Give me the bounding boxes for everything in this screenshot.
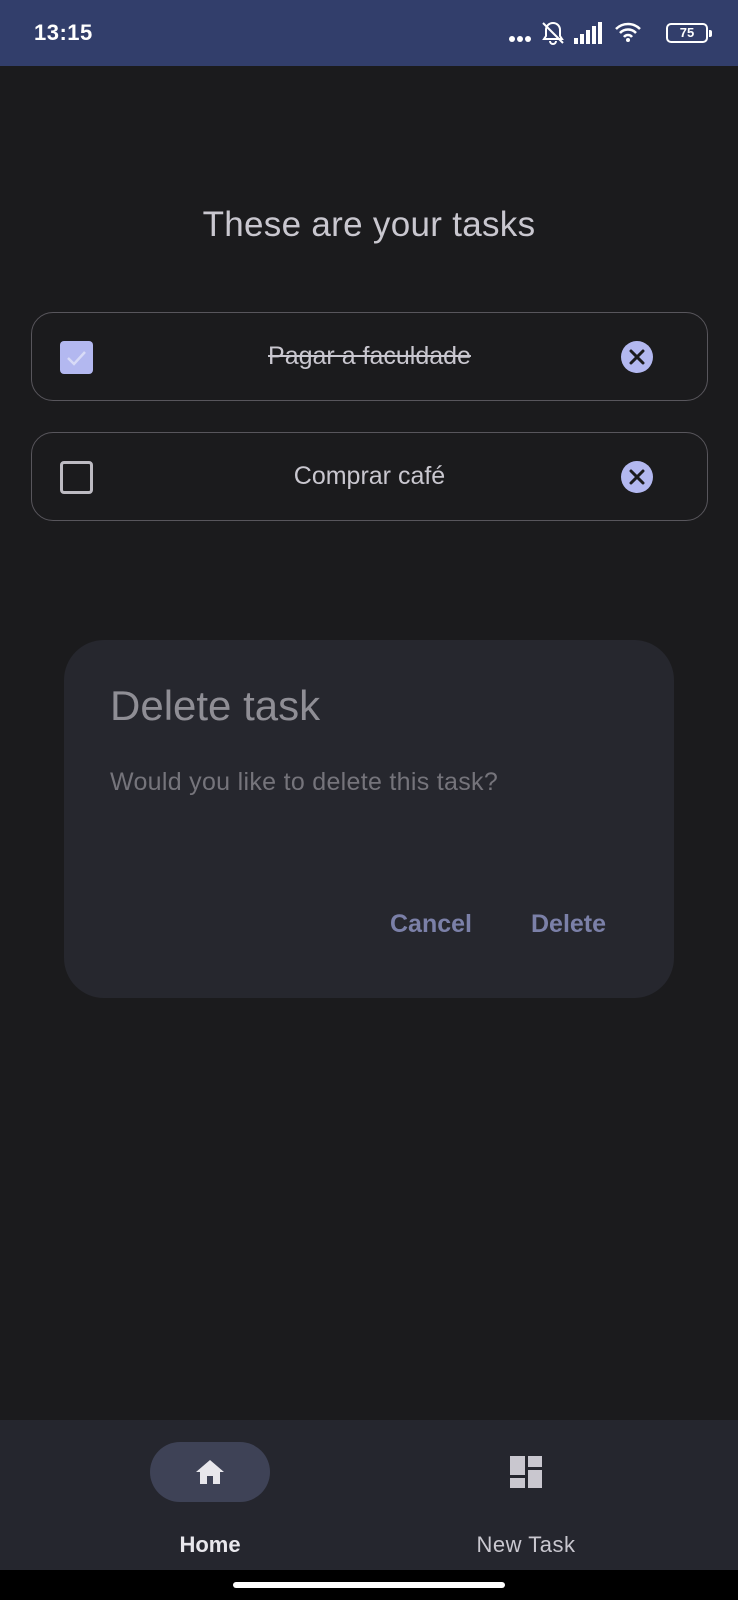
delete-task-button[interactable] [621, 461, 653, 493]
confirm-delete-button[interactable]: Delete [531, 910, 606, 939]
nav-item-home[interactable]: Home [110, 1442, 310, 1557]
dialog-title: Delete task [110, 682, 321, 729]
page-title: These are your tasks [202, 205, 536, 244]
delete-task-dialog: Delete task Would you like to delete thi… [64, 640, 674, 998]
nav-label-new-task: New Task [476, 1532, 576, 1557]
close-icon [629, 469, 645, 485]
task-checkbox[interactable] [60, 341, 93, 374]
task-label: Comprar café [293, 462, 446, 490]
nav-item-new-task[interactable]: New Task [426, 1442, 626, 1557]
app-screen: 13:15 75 These are your tasks Pagar a fa… [0, 0, 738, 1600]
battery-icon: 75 [666, 23, 712, 43]
dialog-message: Would you like to delete this task? [110, 768, 499, 796]
wifi-icon [614, 21, 642, 48]
gesture-handle[interactable] [233, 1582, 505, 1588]
status-time: 13:15 [34, 20, 93, 45]
delete-task-button[interactable] [621, 341, 653, 373]
cancel-button[interactable]: Cancel [390, 910, 472, 939]
dashboard-icon [508, 1454, 544, 1495]
status-bar: 13:15 75 [0, 0, 738, 66]
bottom-navigation: Home New Task [0, 1420, 738, 1570]
task-item: Comprar café [31, 432, 708, 521]
task-checkbox[interactable] [60, 461, 93, 494]
task-label: Pagar a faculdade [268, 342, 471, 370]
close-icon [629, 349, 645, 365]
status-icons: 75 [508, 18, 712, 51]
home-icon [192, 1454, 228, 1495]
gesture-area [0, 1570, 738, 1600]
check-icon [67, 351, 86, 366]
signal-icon [574, 22, 604, 49]
nav-label-home: Home [179, 1532, 241, 1557]
notifications-off-icon [540, 20, 566, 51]
task-item: Pagar a faculdade [31, 312, 708, 401]
more-dots-icon [508, 30, 532, 48]
